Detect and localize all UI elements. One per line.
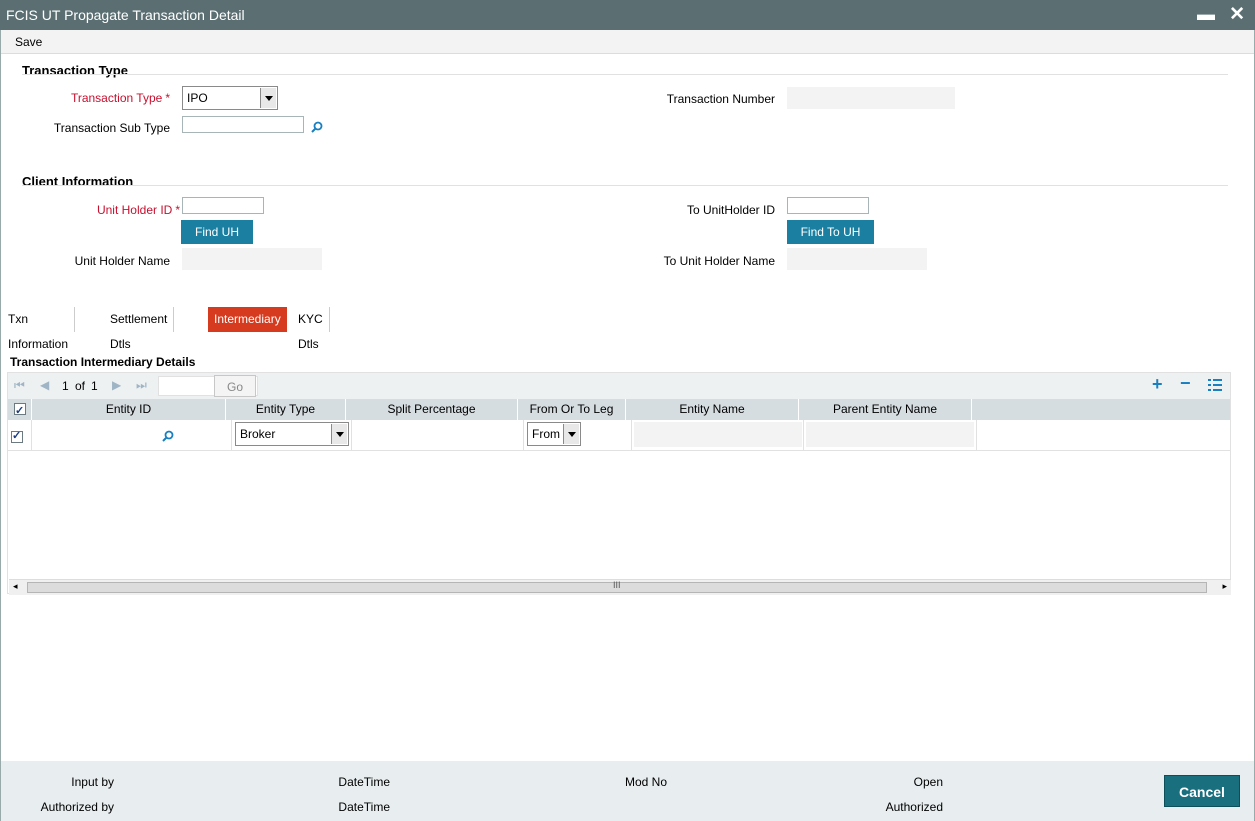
unit-holder-name-field <box>182 248 322 270</box>
prev-page-icon[interactable]: ◀ <box>40 378 49 392</box>
delete-row-icon[interactable]: − <box>1180 373 1191 394</box>
section-divider <box>22 185 1228 186</box>
grid-title: Transaction Intermediary Details <box>10 355 196 369</box>
transaction-type-label: Transaction Type * <box>30 91 170 105</box>
authorized-status-label: Authorized <box>885 800 943 814</box>
go-button[interactable]: Go <box>214 375 256 397</box>
find-uh-button[interactable]: Find UH <box>181 220 253 244</box>
list-view-icon[interactable] <box>1208 378 1222 392</box>
split-percentage-cell[interactable] <box>352 420 524 451</box>
to-unit-holder-name-label: To Unit Holder Name <box>663 254 775 268</box>
to-unitholder-id-input[interactable] <box>787 197 869 214</box>
entity-id-cell[interactable] <box>32 420 232 451</box>
unit-holder-id-label: Unit Holder ID * <box>30 203 180 217</box>
intermediary-grid: ⏮ ◀ 1 of 1 ▶ ⏭ Go + − Entity ID Entity T… <box>7 372 1231 595</box>
unit-holder-id-input[interactable] <box>182 197 264 214</box>
first-page-icon[interactable]: ⏮ <box>14 378 25 393</box>
select-all-checkbox[interactable] <box>14 401 26 422</box>
scrollbar-thumb[interactable]: III <box>27 580 1207 593</box>
last-page-icon[interactable]: ⏭ <box>136 378 147 393</box>
tab-kyc-dtls[interactable]: KYC Dtls <box>292 307 330 351</box>
window-titlebar: FCIS UT Propagate Transaction Detail ▬ ✕ <box>0 0 1255 30</box>
authorized-by-label: Authorized by <box>40 800 114 814</box>
unit-holder-name-label: Unit Holder Name <box>74 254 170 268</box>
open-status-label: Open <box>913 775 943 789</box>
input-by-label: Input by <box>71 775 114 789</box>
transaction-number-field <box>787 87 955 109</box>
datetime-label: DateTime <box>338 775 390 789</box>
column-header-from-or-to-leg[interactable]: From Or To Leg <box>518 399 626 420</box>
scrollbar-grip: III <box>613 580 621 590</box>
add-row-icon[interactable]: + <box>1152 374 1163 395</box>
to-unitholder-id-label: To UnitHolder ID <box>686 203 775 217</box>
transaction-type-select[interactable]: IPO <box>182 86 278 110</box>
tab-txn-information[interactable]: Txn Information <box>2 307 76 351</box>
save-button[interactable]: Save <box>15 35 42 49</box>
mod-no-label: Mod No <box>624 775 667 789</box>
page-of-label: of <box>75 379 86 393</box>
required-marker: * <box>175 203 180 217</box>
grid-header: Entity ID Entity Type Split Percentage F… <box>8 399 1230 422</box>
scroll-right-icon[interactable]: ▸ <box>1222 581 1227 592</box>
cell-divider <box>8 420 32 451</box>
search-icon[interactable] <box>162 430 174 442</box>
minimize-icon[interactable]: ▬ <box>1197 4 1215 25</box>
to-unit-holder-name-field <box>787 248 927 270</box>
select-all-cell <box>8 399 32 422</box>
audit-footer: Input by Authorized by DateTime DateTime… <box>1 761 1254 821</box>
close-icon[interactable]: ✕ <box>1229 3 1245 26</box>
tab-intermediary[interactable]: Intermediary <box>208 307 287 332</box>
column-header-entity-type[interactable]: Entity Type <box>226 399 346 420</box>
column-header-entity-name[interactable]: Entity Name <box>626 399 799 420</box>
cell-divider <box>524 420 632 451</box>
column-header-parent-entity-name[interactable]: Parent Entity Name <box>799 399 972 420</box>
transaction-type-label-text: Transaction Type <box>70 91 163 105</box>
window-title: FCIS UT Propagate Transaction Detail <box>6 7 245 23</box>
cell-divider <box>804 420 977 451</box>
column-header-split-percentage[interactable]: Split Percentage <box>346 399 518 420</box>
transaction-type-value: IPO <box>187 91 208 105</box>
search-icon[interactable] <box>311 121 323 133</box>
client-information-section-title: Client Information <box>22 174 134 189</box>
chevron-down-icon[interactable] <box>260 88 276 108</box>
find-to-uh-button[interactable]: Find To UH <box>787 220 874 244</box>
section-divider <box>22 74 1228 75</box>
page-total: 1 <box>91 379 98 393</box>
horizontal-scrollbar[interactable]: ◂ III ▸ <box>9 579 1231 595</box>
transaction-sub-type-input[interactable] <box>182 116 304 133</box>
transaction-type-section-title: Transaction Type <box>22 63 128 78</box>
cell-divider <box>232 420 352 451</box>
toolbar: Save <box>1 30 1254 54</box>
table-row: Broker From <box>8 420 1230 451</box>
cancel-button[interactable]: Cancel <box>1164 775 1240 807</box>
grid-pagination-bar: ⏮ ◀ 1 of 1 ▶ ⏭ Go + − <box>8 373 1230 399</box>
unit-holder-id-label-text: Unit Holder ID <box>96 203 173 217</box>
datetime-label: DateTime <box>338 800 390 814</box>
scroll-left-icon[interactable]: ◂ <box>13 581 18 592</box>
next-page-icon[interactable]: ▶ <box>112 378 121 392</box>
required-marker: * <box>165 91 170 105</box>
column-header-entity-id[interactable]: Entity ID <box>32 399 226 420</box>
page-current: 1 <box>62 379 69 393</box>
tab-settlement-dtls[interactable]: Settlement Dtls <box>104 307 175 351</box>
transaction-number-label: Transaction Number <box>666 92 775 106</box>
cell-divider <box>632 420 804 451</box>
transaction-sub-type-label: Transaction Sub Type <box>53 121 170 135</box>
